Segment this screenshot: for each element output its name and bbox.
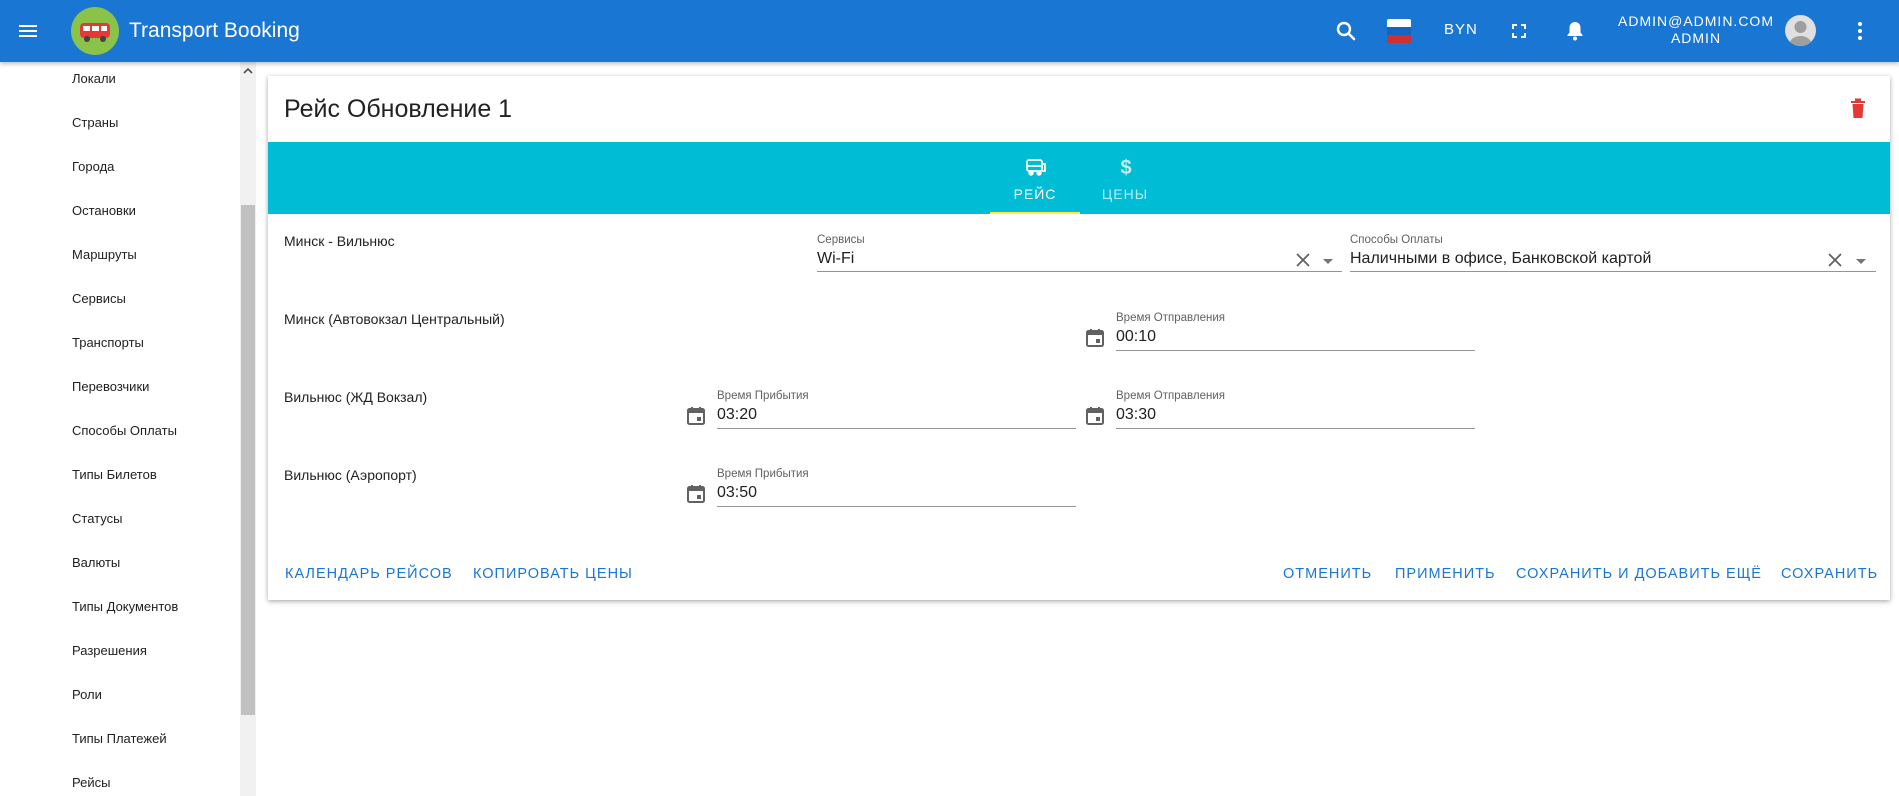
user-role: ADMIN — [1670, 30, 1722, 46]
active-tab-indicator — [990, 212, 1080, 214]
arrival-time-value: 03:50 — [717, 484, 758, 501]
departure-time-label: Время Отправления — [1116, 390, 1225, 402]
more-vert-icon[interactable] — [1848, 17, 1872, 45]
bus-logo-icon — [71, 7, 119, 55]
stop-name: Минск (Автовокзал Центральный) — [284, 311, 505, 327]
copy-prices-button[interactable]: КОПИРОВАТЬ ЦЕНЫ — [473, 566, 633, 582]
tab-bar: РЕЙС $ ЦЕНЫ — [268, 142, 1890, 214]
departure-time-field[interactable]: Время Отправления 03:30 — [1116, 390, 1475, 429]
departure-time-value: 00:10 — [1116, 328, 1157, 345]
payment-methods-label: Способы Оплаты — [1350, 234, 1443, 246]
sidebar-item-routes[interactable]: Маршруты — [72, 247, 137, 262]
services-clear-icon[interactable] — [1294, 251, 1312, 269]
cancel-button[interactable]: ОТМЕНИТЬ — [1283, 566, 1372, 582]
calendar-icon[interactable] — [1084, 327, 1106, 349]
bell-icon[interactable] — [1561, 17, 1589, 45]
sidebar-item-cities[interactable]: Города — [72, 159, 114, 174]
stop-name: Вильнюс (ЖД Вокзал) — [284, 389, 428, 405]
route-name: Минск - Вильнюс — [284, 233, 395, 249]
menu-icon[interactable] — [14, 17, 42, 45]
sidebar-item-countries[interactable]: Страны — [72, 115, 118, 130]
scrollbar-thumb[interactable] — [241, 205, 255, 715]
currency-selector[interactable]: BYN — [1444, 21, 1478, 38]
app-title: Transport Booking — [129, 19, 300, 42]
sidebar-item-statuses[interactable]: Статусы — [72, 511, 122, 526]
sidebar-item-permissions[interactable]: Разрешения — [72, 643, 147, 658]
calendar-icon[interactable] — [685, 483, 707, 505]
apply-button[interactable]: ПРИМЕНИТЬ — [1395, 566, 1496, 582]
arrival-time-label: Время Прибытия — [717, 468, 809, 480]
services-label: Сервисы — [817, 234, 865, 246]
departure-time-field[interactable]: Время Отправления 00:10 — [1116, 312, 1475, 351]
tab-trip[interactable]: РЕЙС — [990, 142, 1080, 214]
dollar-icon: $ — [1115, 156, 1137, 179]
sidebar-item-document-types[interactable]: Типы Документов — [72, 599, 178, 614]
search-icon[interactable] — [1332, 17, 1360, 45]
save-and-add-button[interactable]: СОХРАНИТЬ И ДОБАВИТЬ ЕЩЁ — [1516, 566, 1762, 582]
sidebar-item-transports[interactable]: Транспорты — [72, 335, 144, 350]
scroll-up-icon[interactable] — [240, 62, 256, 80]
arrival-time-field[interactable]: Время Прибытия 03:50 — [717, 468, 1076, 507]
sidebar-item-services[interactable]: Сервисы — [72, 291, 126, 306]
avatar[interactable] — [1785, 15, 1816, 46]
calendar-icon[interactable] — [1084, 405, 1106, 427]
delete-icon[interactable] — [1846, 94, 1870, 122]
sidebar-item-carriers[interactable]: Перевозчики — [72, 379, 149, 394]
services-select[interactable]: Сервисы Wi-Fi — [817, 234, 1342, 272]
svg-text:$: $ — [1120, 157, 1131, 178]
user-email: ADMIN@ADMIN.COM — [1618, 13, 1774, 29]
fullscreen-icon[interactable] — [1505, 17, 1533, 45]
trip-calendar-button[interactable]: КАЛЕНДАРЬ РЕЙСОВ — [285, 566, 453, 582]
tab-prices[interactable]: $ ЦЕНЫ — [1080, 142, 1170, 214]
payment-methods-value: Наличными в офисе, Банковской картой — [1350, 250, 1652, 267]
arrival-time-label: Время Прибытия — [717, 390, 809, 402]
payment-methods-select[interactable]: Способы Оплаты Наличными в офисе, Банков… — [1350, 234, 1876, 272]
sidebar-item-trips[interactable]: Рейсы — [72, 775, 110, 790]
user-menu[interactable]: ADMIN@ADMIN.COM ADMIN — [1618, 13, 1774, 47]
sidebar-item-payment-types[interactable]: Типы Платежей — [72, 731, 167, 746]
payment-methods-dropdown-arrow-icon[interactable] — [1856, 259, 1866, 264]
departure-time-value: 03:30 — [1116, 406, 1157, 423]
app-bar: Transport Booking BYN ADMIN@ADMIN.COM AD… — [0, 0, 1899, 62]
arrival-time-field[interactable]: Время Прибытия 03:20 — [717, 390, 1076, 429]
page-title: Рейс Обновление 1 — [284, 95, 513, 123]
sidebar-item-ticket-types[interactable]: Типы Билетов — [72, 467, 157, 482]
sidebar-item-roles[interactable]: Роли — [72, 687, 102, 702]
sidebar-item-currencies[interactable]: Валюты — [72, 555, 120, 570]
russian-flag-icon[interactable] — [1387, 19, 1411, 43]
trip-edit-card: Рейс Обновление 1 РЕЙС $ ЦЕНЫ Минск - Ви… — [268, 76, 1890, 600]
sidebar: Локали Страны Города Остановки Маршруты … — [0, 62, 256, 796]
services-dropdown-arrow-icon[interactable] — [1323, 259, 1333, 264]
sidebar-item-stops[interactable]: Остановки — [72, 203, 136, 218]
departure-time-label: Время Отправления — [1116, 312, 1225, 324]
arrival-time-value: 03:20 — [717, 406, 758, 423]
sidebar-item-payment-methods[interactable]: Способы Оплаты — [72, 423, 177, 438]
calendar-icon[interactable] — [685, 405, 707, 427]
bus-icon — [1025, 156, 1047, 178]
services-value: Wi-Fi — [817, 250, 855, 267]
save-button[interactable]: СОХРАНИТЬ — [1781, 566, 1878, 582]
payment-methods-clear-icon[interactable] — [1826, 251, 1844, 269]
stop-name: Вильнюс (Аэропорт) — [284, 467, 417, 483]
tab-prices-label: ЦЕНЫ — [1101, 186, 1149, 202]
sidebar-item-locales[interactable]: Локали — [72, 71, 116, 86]
tab-trip-label: РЕЙС — [1013, 186, 1057, 202]
